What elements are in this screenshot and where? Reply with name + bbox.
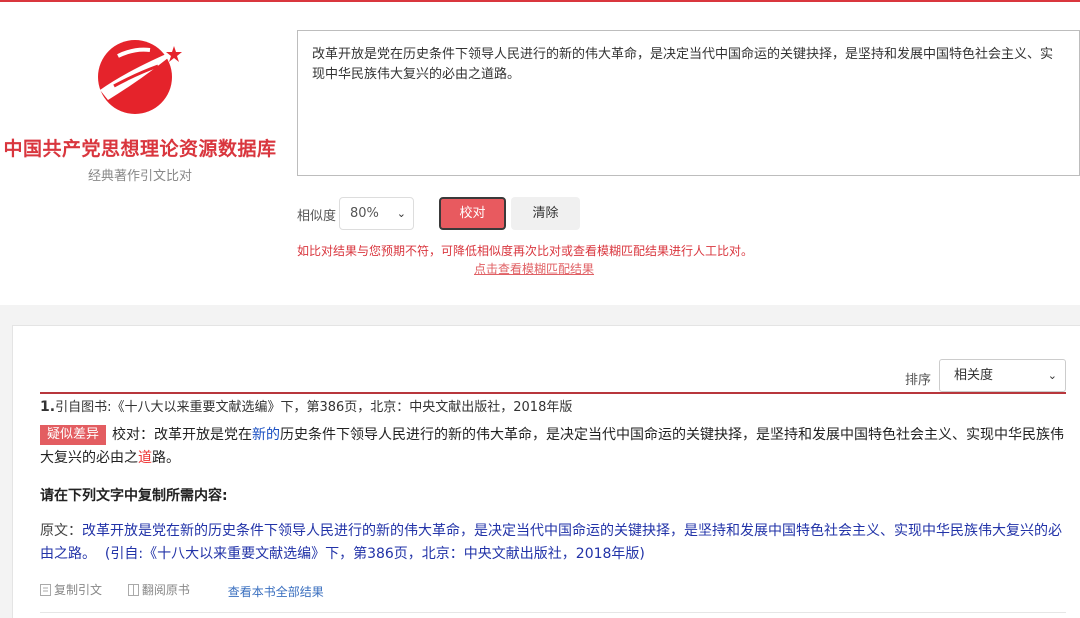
fuzzy-results-link[interactable]: 点击查看模糊匹配结果 (474, 260, 594, 277)
check-prefix: 校对：改革开放是党在 (112, 427, 253, 443)
sort-select[interactable]: 相关度 ⌄ (939, 359, 1066, 392)
result-bottom-divider (40, 612, 1066, 613)
original-text-block: 原文：改革开放是党在新的历史条件下领导人民进行的新的伟大革命，是决定当代中国命运… (40, 520, 1065, 566)
original-source[interactable]: (引自:《十八大以来重要文献选编》下，第386页，北京：中央文献出版社，2018… (105, 546, 645, 562)
citation-text: 引自图书:《十八大以来重要文献选编》下，第386页，北京：中央文献出版社，201… (55, 400, 573, 415)
result-actions: 复制引文 翻阅原书 查看本书全部结果 (40, 581, 324, 600)
logo-icon (98, 40, 182, 114)
original-label: 原文： (40, 523, 82, 539)
sort-label: 排序 (905, 373, 932, 388)
query-input[interactable]: 改革开放是党在历史条件下领导人民进行的新的伟大革命，是决定当代中国命运的关键抉择… (297, 30, 1080, 176)
inserted-diff: 新的 (252, 427, 281, 443)
check-suffix: 路。 (152, 450, 180, 466)
check-button[interactable]: 校对 (439, 197, 506, 230)
brand-subtitle: 经典著作引文比对 (87, 169, 192, 184)
chevron-down-icon: ⌄ (396, 207, 406, 220)
similarity-label: 相似度 (297, 209, 337, 224)
view-book-button[interactable]: 翻阅原书 (127, 581, 190, 598)
sort-value: 相关度 (954, 368, 994, 383)
view-book-label: 翻阅原书 (141, 583, 190, 597)
clear-button[interactable]: 清除 (511, 197, 580, 230)
difference-badge: 疑似差异 (40, 425, 107, 445)
copy-heading: 请在下列文字中复制所需内容: (40, 488, 228, 504)
removed-diff: 道 (138, 450, 152, 466)
copy-citation-button[interactable]: 复制引文 (40, 581, 102, 598)
all-book-results-link[interactable]: 查看本书全部结果 (228, 585, 324, 599)
result-divider (40, 392, 1066, 394)
check-result: 疑似差异 校对：改革开放是党在新的历史条件下领导人民进行的新的伟大革命，是决定当代… (40, 424, 1070, 470)
copy-citation-label: 复制引文 (54, 583, 103, 597)
chevron-down-icon: ⌄ (1047, 369, 1057, 382)
copy-icon (40, 583, 51, 596)
similarity-select[interactable]: 80% ⌄ (339, 197, 414, 230)
brand-title: 中国共产党思想理论资源数据库 (3, 138, 277, 160)
hint-text: 如比对结果与您预期不符，可降低相似度再次比对或查看模糊匹配结果进行人工比对。 (297, 244, 754, 258)
result-number: 1. (40, 399, 56, 415)
book-icon (127, 583, 139, 596)
similarity-value: 80% (350, 206, 379, 221)
result-citation: 1.引自图书:《十八大以来重要文献选编》下，第386页，北京：中央文献出版社，2… (40, 396, 572, 415)
